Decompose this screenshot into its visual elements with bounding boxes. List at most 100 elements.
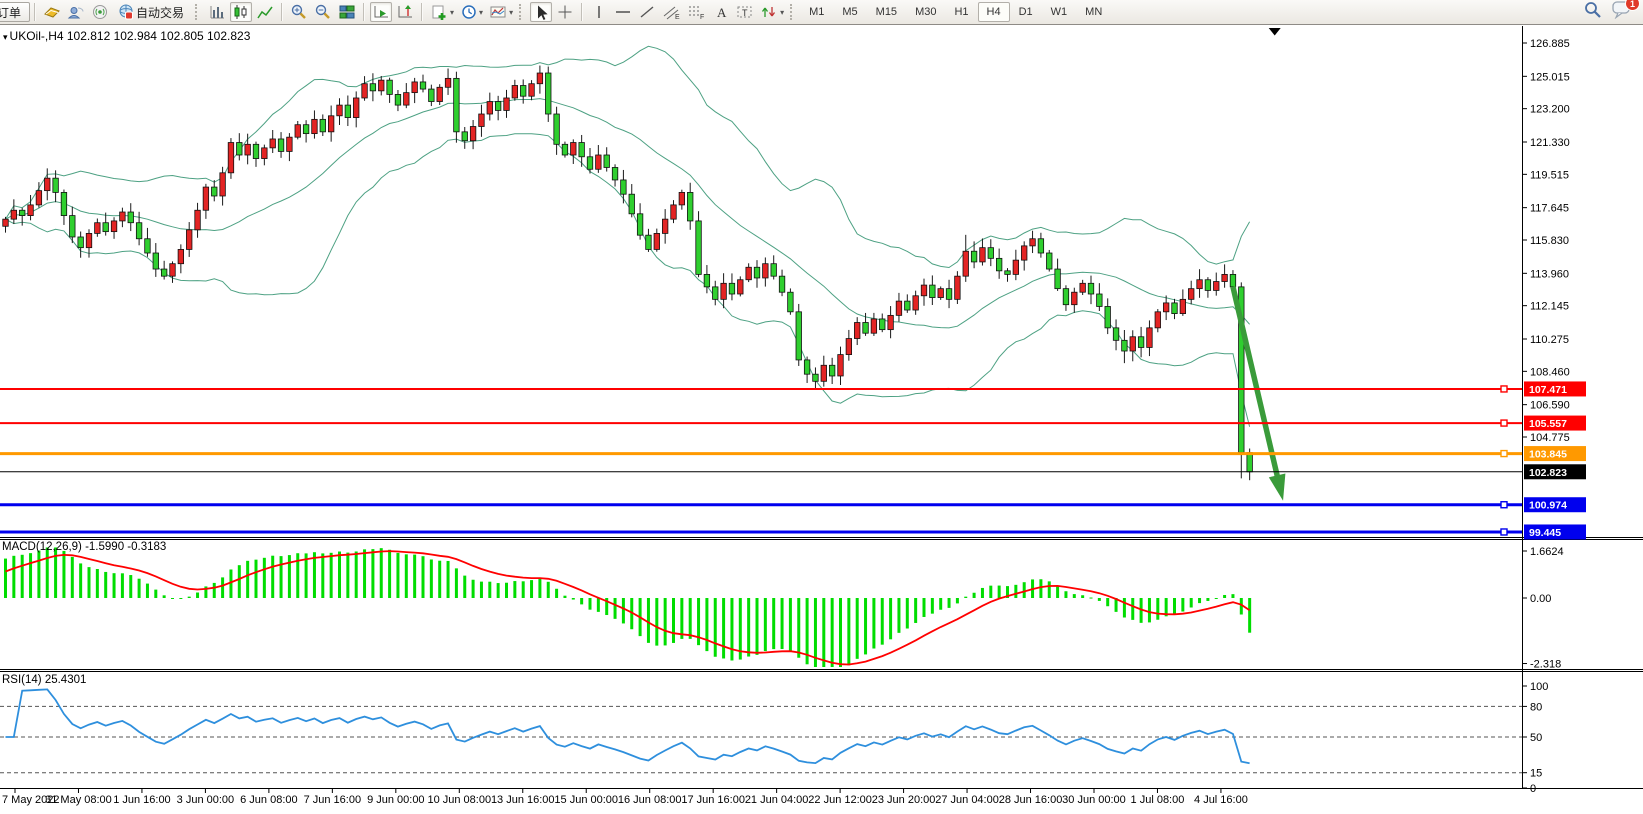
macd-histogram-bar bbox=[213, 583, 216, 598]
tile-windows-button[interactable] bbox=[336, 2, 358, 22]
line-chart-button[interactable] bbox=[254, 2, 276, 22]
macd-histogram-bar bbox=[280, 556, 283, 598]
candle-bull bbox=[1163, 303, 1169, 312]
timeframe-h1[interactable]: H1 bbox=[945, 2, 977, 22]
timeframe-h4[interactable]: H4 bbox=[978, 2, 1010, 22]
level-handle[interactable] bbox=[1501, 502, 1507, 508]
candle-bull bbox=[1030, 239, 1036, 246]
auto-scroll-button[interactable] bbox=[370, 2, 392, 22]
price-tag-label: 105.557 bbox=[1529, 418, 1567, 430]
level-handle[interactable] bbox=[1501, 386, 1507, 392]
toolbar-separator bbox=[581, 3, 583, 21]
timeframe-m1[interactable]: M1 bbox=[800, 2, 833, 22]
macd-histogram-bar bbox=[998, 586, 1001, 598]
candle-bear bbox=[996, 258, 1002, 270]
timeframe-m30[interactable]: M30 bbox=[906, 2, 945, 22]
candle-bear bbox=[103, 223, 109, 232]
macd-histogram-bar bbox=[1198, 598, 1201, 603]
arrows-button[interactable]: ▾ bbox=[758, 2, 786, 22]
timeframe-mn[interactable]: MN bbox=[1076, 2, 1111, 22]
candle-bull bbox=[571, 143, 577, 155]
trend-arrow-head[interactable] bbox=[1269, 473, 1286, 500]
candle-bear bbox=[1113, 328, 1119, 340]
trendline-button[interactable] bbox=[636, 2, 658, 22]
candle-bull bbox=[220, 173, 226, 196]
timeframe-w1[interactable]: W1 bbox=[1042, 2, 1077, 22]
chart-canvas[interactable]: 126.885125.015123.200121.330119.515117.6… bbox=[0, 0, 1643, 814]
candle-bear bbox=[646, 235, 652, 249]
toolbar-separator bbox=[363, 3, 365, 21]
candle-bull bbox=[654, 233, 660, 249]
text-label-button[interactable]: T bbox=[734, 2, 756, 22]
macd-histogram-bar bbox=[338, 552, 341, 598]
candle-bear bbox=[19, 210, 25, 215]
candle-bear bbox=[604, 155, 610, 167]
candle-bull bbox=[379, 80, 385, 91]
candle-bear bbox=[1055, 269, 1061, 289]
macd-histogram-bar bbox=[747, 598, 750, 657]
crosshair-button[interactable] bbox=[554, 2, 576, 22]
text-button[interactable]: A bbox=[710, 2, 732, 22]
fibonacci-button[interactable]: F bbox=[685, 2, 708, 22]
candle-bear bbox=[704, 274, 710, 286]
level-handle[interactable] bbox=[1501, 420, 1507, 426]
text-icon: A bbox=[712, 4, 730, 20]
candle-bear bbox=[946, 289, 952, 300]
rsi-axis-label: 15 bbox=[1530, 768, 1542, 780]
candle-bear bbox=[754, 267, 760, 278]
templates-button[interactable]: ▾ bbox=[487, 2, 515, 22]
text-label-icon: T bbox=[736, 4, 754, 20]
macd-histogram-bar bbox=[1023, 582, 1026, 598]
candlestick-chart-button[interactable] bbox=[230, 2, 252, 22]
vertical-line-button[interactable] bbox=[588, 2, 610, 22]
timeframe-m15[interactable]: M15 bbox=[867, 2, 906, 22]
signal-button[interactable] bbox=[89, 2, 111, 22]
candle-bull bbox=[529, 84, 535, 96]
periods-button[interactable]: ▾ bbox=[458, 2, 485, 22]
macd-histogram-bar bbox=[989, 586, 992, 598]
macd-histogram-bar bbox=[973, 593, 976, 598]
candle-bear bbox=[579, 143, 585, 157]
time-axis-label: 27 Jun 04:00 bbox=[935, 794, 999, 806]
level-handle[interactable] bbox=[1501, 451, 1507, 457]
notification-badge: 1 bbox=[1625, 0, 1640, 11]
zoom-in-button[interactable] bbox=[288, 2, 310, 22]
rsi-axis-label: 0 bbox=[1530, 783, 1536, 795]
gold-book-button[interactable] bbox=[41, 2, 63, 22]
macd-histogram-bar bbox=[981, 588, 984, 598]
macd-histogram-bar bbox=[21, 555, 24, 598]
new-chart-button[interactable]: ▾ bbox=[428, 2, 456, 22]
zoom-out-button[interactable] bbox=[312, 2, 334, 22]
bar-chart-button[interactable] bbox=[206, 2, 228, 22]
time-axis-label: 31 May 08:00 bbox=[45, 794, 112, 806]
candle-bear bbox=[1105, 306, 1111, 327]
chart-shift-icon bbox=[396, 4, 414, 20]
macd-histogram-bar bbox=[62, 551, 65, 598]
notifications-button[interactable]: 1 bbox=[1611, 0, 1633, 24]
horizontal-line-button[interactable] bbox=[612, 2, 634, 22]
chart-shift-button[interactable] bbox=[394, 2, 416, 22]
timeframe-d1[interactable]: D1 bbox=[1010, 2, 1042, 22]
candle-bull bbox=[537, 73, 543, 84]
ohlc-toggle-icon[interactable]: ▾ bbox=[3, 32, 8, 42]
candle-bear bbox=[53, 178, 59, 192]
time-axis-label: 28 Jun 16:00 bbox=[999, 794, 1063, 806]
macd-histogram-bar bbox=[321, 553, 324, 598]
candle-bear bbox=[345, 105, 351, 117]
autotrade-button[interactable]: 自动交易 bbox=[113, 2, 191, 22]
timeframe-m5[interactable]: M5 bbox=[833, 2, 866, 22]
macd-histogram-bar bbox=[388, 550, 391, 598]
candle-bull bbox=[1013, 260, 1019, 274]
rsi-layer bbox=[0, 689, 1522, 772]
macd-histogram-bar bbox=[271, 556, 274, 598]
profile-button[interactable] bbox=[65, 2, 87, 22]
search-icon[interactable] bbox=[1583, 1, 1603, 24]
candle-bull bbox=[437, 87, 443, 101]
candle-bear bbox=[495, 102, 501, 111]
equidistant-channel-button[interactable]: E bbox=[660, 2, 683, 22]
level-handle[interactable] bbox=[1501, 529, 1507, 535]
candle-bear bbox=[863, 323, 869, 334]
macd-histogram-bar bbox=[664, 598, 667, 645]
new-order-button[interactable]: 新订单 bbox=[0, 2, 30, 22]
cursor-button[interactable] bbox=[530, 2, 552, 22]
